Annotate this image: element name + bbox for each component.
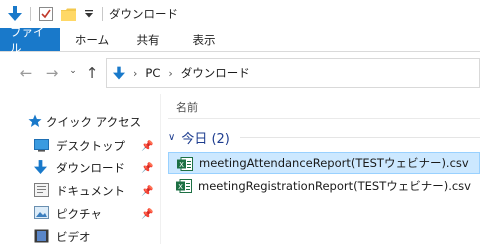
address-bar[interactable]: › PC › ダウンロード — [106, 58, 480, 88]
pin-icon: 📌 — [141, 162, 154, 174]
sidebar-item-label: ダウンロード — [56, 161, 125, 175]
svg-text:X: X — [179, 161, 184, 169]
tab-share[interactable]: 共有 — [120, 28, 176, 51]
window-title: ダウンロード — [109, 7, 178, 21]
group-header-today[interactable]: ∨ 今日 (2) — [168, 128, 230, 147]
file-name: meetingAttendanceReport(TESTウェビナー).csv — [199, 156, 469, 170]
sidebar-item-desktop[interactable]: デスクトップ 📌 — [0, 135, 160, 157]
pin-icon: 📌 — [141, 185, 154, 197]
new-folder-icon[interactable] — [61, 8, 76, 21]
sidebar-item-label: ドキュメント — [56, 184, 125, 198]
title-bar: ダウンロード — [0, 0, 480, 28]
customize-toolbar-chevron-icon[interactable] — [84, 9, 94, 19]
file-row[interactable]: X meetingAttendanceReport(TESTウェビナー).csv — [168, 152, 480, 174]
up-arrow-icon[interactable]: ↑ — [81, 64, 103, 82]
excel-csv-icon: X — [176, 179, 192, 193]
breadcrumb-downloads[interactable]: ダウンロード — [181, 65, 250, 81]
file-row[interactable]: X meetingRegistrationReport(TESTウェビナー).c… — [168, 175, 480, 197]
breadcrumb-pc[interactable]: PC — [145, 66, 160, 80]
breadcrumb-separator-icon[interactable]: › — [168, 67, 172, 80]
group-label: 今日 (2) — [181, 131, 230, 147]
sidebar-item-label: デスクトップ — [56, 139, 125, 153]
chevron-down-icon[interactable]: ∨ — [168, 132, 175, 143]
quick-access-toolbar — [0, 6, 103, 22]
pane-divider[interactable] — [160, 94, 161, 244]
sidebar-item-downloads[interactable]: ダウンロード 📌 — [0, 157, 160, 179]
tab-file[interactable]: ファイル — [0, 25, 60, 55]
star-icon — [28, 114, 42, 128]
document-icon — [34, 183, 49, 197]
sidebar-item-label: ピクチャ — [56, 207, 102, 221]
sidebar-item-label: ビデオ — [56, 230, 91, 244]
toolbar-separator — [102, 7, 103, 21]
column-header-divider — [168, 118, 480, 119]
sidebar-item-label: クイック アクセス — [46, 115, 142, 129]
picture-icon — [34, 206, 49, 220]
properties-icon[interactable] — [39, 7, 53, 21]
sidebar-item-quick-access[interactable]: クイック アクセス — [0, 111, 160, 133]
desktop-icon — [34, 139, 49, 153]
download-arrow-icon — [8, 6, 22, 22]
pin-icon: 📌 — [141, 208, 154, 220]
column-header-name[interactable]: 名前 — [176, 99, 198, 115]
sidebar-item-pictures[interactable]: ピクチャ 📌 — [0, 203, 160, 225]
pin-icon: 📌 — [141, 140, 154, 152]
download-icon — [34, 160, 49, 174]
video-icon — [34, 229, 49, 243]
sidebar-item-documents[interactable]: ドキュメント 📌 — [0, 180, 160, 202]
sidebar-item-videos[interactable]: ビデオ — [0, 226, 160, 244]
group-divider — [240, 137, 480, 138]
excel-csv-icon: X — [177, 157, 193, 171]
tab-view[interactable]: 表示 — [176, 28, 232, 51]
forward-arrow-icon[interactable]: → — [41, 64, 63, 82]
back-arrow-icon[interactable]: ← — [15, 64, 37, 82]
file-name: meetingRegistrationReport(TESTウェビナー).csv — [198, 179, 471, 193]
tab-home[interactable]: ホーム — [64, 28, 120, 51]
breadcrumb-separator-icon[interactable]: › — [133, 67, 137, 80]
toolbar-separator — [30, 7, 31, 21]
download-arrow-icon — [113, 66, 125, 81]
svg-text:X: X — [178, 183, 183, 191]
navigation-pane: クイック アクセス デスクトップ 📌 ダウンロード 📌 ドキュメント 📌 ピクチ… — [0, 94, 160, 244]
ribbon-tabs: ファイル ホーム 共有 表示 — [0, 25, 480, 55]
